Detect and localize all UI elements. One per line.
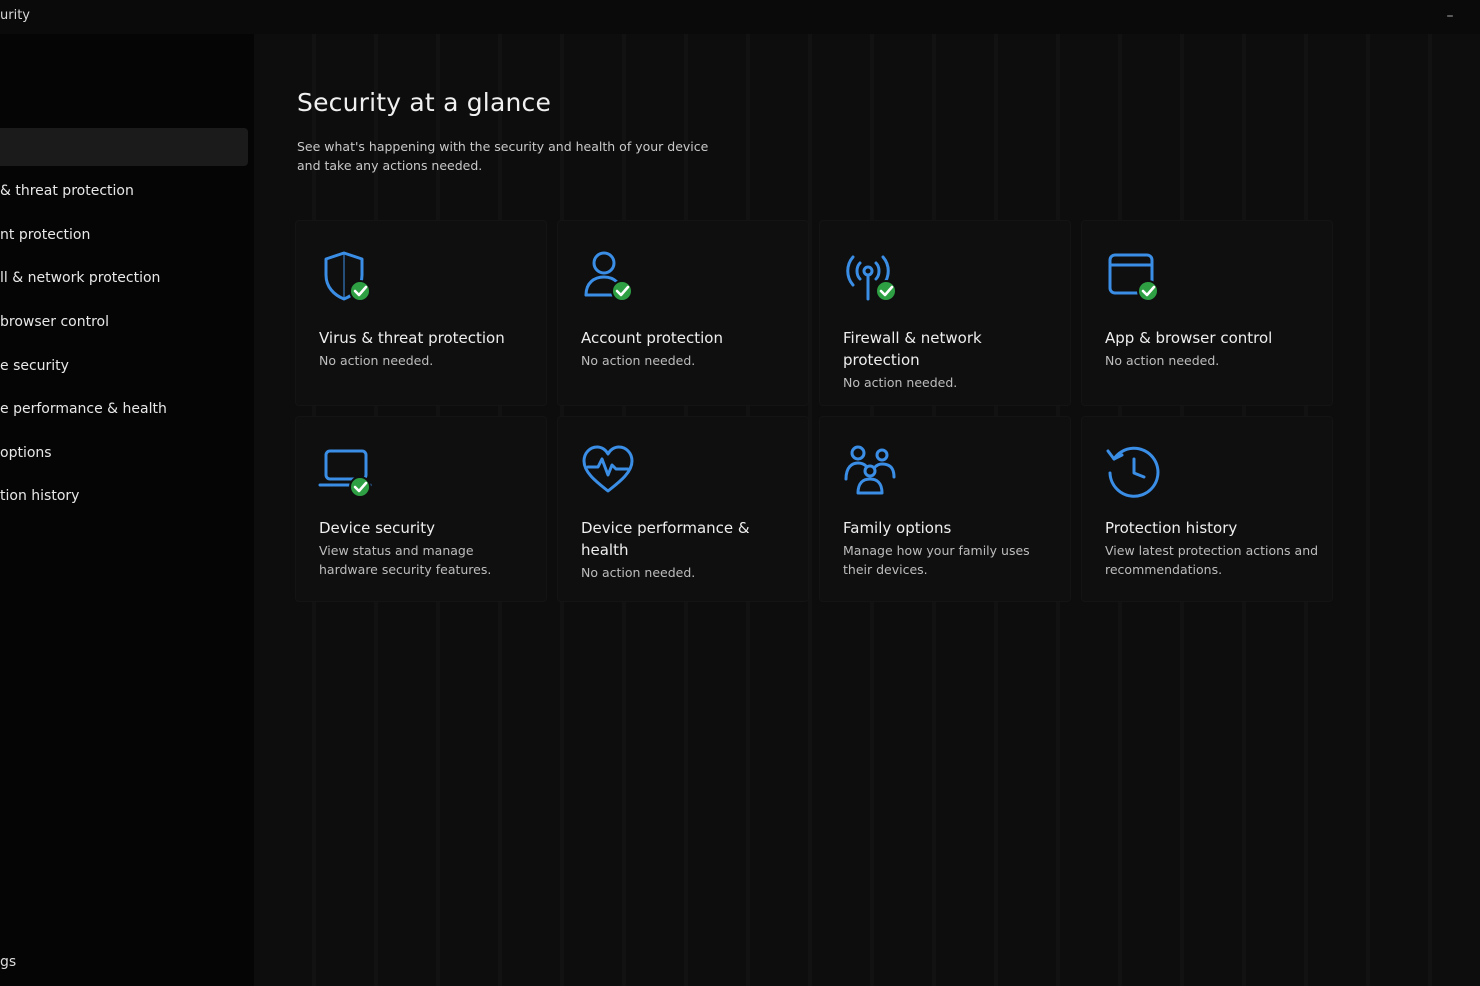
shield-icon [324,251,371,302]
sidebar-item-label: & threat protection [0,183,134,199]
card-family-options[interactable]: Family options Manage how your family us… [819,416,1071,602]
sidebar-item-family-options[interactable]: options [0,438,248,468]
main-content: Security at a glance See what's happenin… [254,34,1480,986]
page-subtitle: See what's happening with the security a… [297,139,709,173]
sidebar-item-label: ll & network protection [0,270,161,286]
card-protection-history[interactable]: Protection history View latest protectio… [1081,416,1333,602]
card-title: Device performance & health [581,519,750,559]
sidebar-item-account-protection[interactable]: nt protection [0,220,248,250]
security-app-window: urity – & threat protection nt protectio… [0,0,1480,986]
window-title: urity [0,8,30,23]
sidebar-item-app-browser-control[interactable]: browser control [0,307,248,337]
sidebar-nav: & threat protection nt protection ll & n… [0,34,254,986]
card-status: No action needed. [581,353,696,368]
card-title: App & browser control [1105,329,1273,347]
card-app-browser-control[interactable]: App & browser control No action needed. [1081,220,1333,406]
sidebar-item-home[interactable] [0,128,248,166]
antenna-icon [846,255,897,302]
sidebar-item-device-security[interactable]: e security [0,351,248,381]
card-device-performance-health[interactable]: Device performance & health No action ne… [557,416,809,602]
card-account-protection[interactable]: Account protection No action needed. [557,220,809,406]
heart-pulse-icon [582,445,634,493]
sidebar-item-label: options [0,445,52,461]
title-bar: urity – [0,0,1480,34]
laptop-icon [318,449,372,498]
sidebar-item-label: nt protection [0,227,91,243]
sidebar-item-label: browser control [0,314,109,330]
account-icon [584,251,633,302]
card-status: Manage how your family uses their device… [843,543,1030,577]
card-title: Device security [319,519,435,537]
sidebar-item-firewall-network-protection[interactable]: ll & network protection [0,263,248,293]
card-status: No action needed. [319,353,434,368]
card-status: No action needed. [1105,353,1220,368]
card-title: Account protection [581,329,723,347]
sidebar-item-label: e security [0,358,69,374]
card-status: No action needed. [581,565,696,580]
card-title: Protection history [1105,519,1238,537]
card-status: No action needed. [843,375,958,390]
card-title: Family options [843,519,952,537]
family-icon [844,445,896,495]
card-device-security[interactable]: Device security View status and manage h… [295,416,547,602]
card-status: View latest protection actions and recom… [1105,543,1319,577]
browser-window-icon [1108,253,1159,302]
card-title: Virus & threat protection [319,329,505,347]
sidebar-item-protection-history[interactable]: tion history [0,481,248,511]
card-firewall-network-protection[interactable]: Firewall & network protection No action … [819,220,1071,406]
card-virus-threat-protection[interactable]: Virus & threat protection No action need… [295,220,547,406]
sidebar-item-device-performance-health[interactable]: e performance & health [0,394,248,424]
sidebar-item-settings[interactable]: gs [0,954,16,970]
card-status: View status and manage hardware security… [319,543,492,577]
sidebar-item-virus-threat-protection[interactable]: & threat protection [0,176,248,206]
sidebar-item-label: tion history [0,488,80,504]
minimize-button[interactable]: – [1438,6,1462,26]
page-title: Security at a glance [297,88,552,117]
history-clock-icon [1106,446,1160,498]
sidebar-item-label: e performance & health [0,401,167,417]
card-title: Firewall & network protection [843,329,982,369]
